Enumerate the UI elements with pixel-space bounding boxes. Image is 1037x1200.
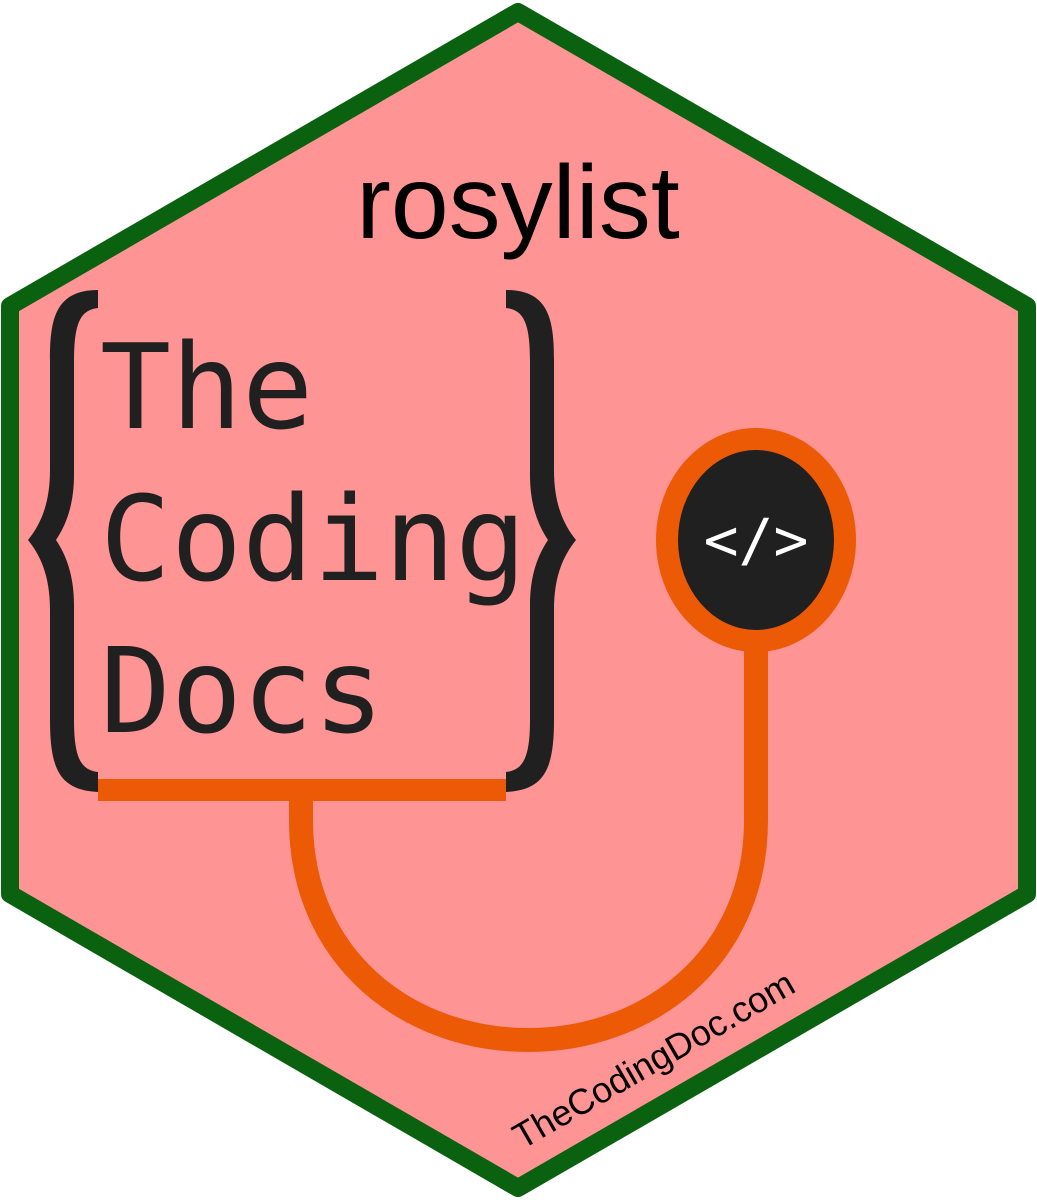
code-brackets-icon: </> bbox=[704, 506, 809, 574]
logo-line-docs: Docs bbox=[100, 622, 384, 760]
hex-sticker: rosylist The Coding Docs </> TheCodingDo… bbox=[0, 0, 1037, 1200]
logo-line-the: The bbox=[100, 318, 313, 456]
package-name: rosylist bbox=[356, 145, 680, 261]
logo-line-coding: Coding bbox=[100, 470, 526, 608]
chestpiece: </> bbox=[656, 428, 856, 652]
